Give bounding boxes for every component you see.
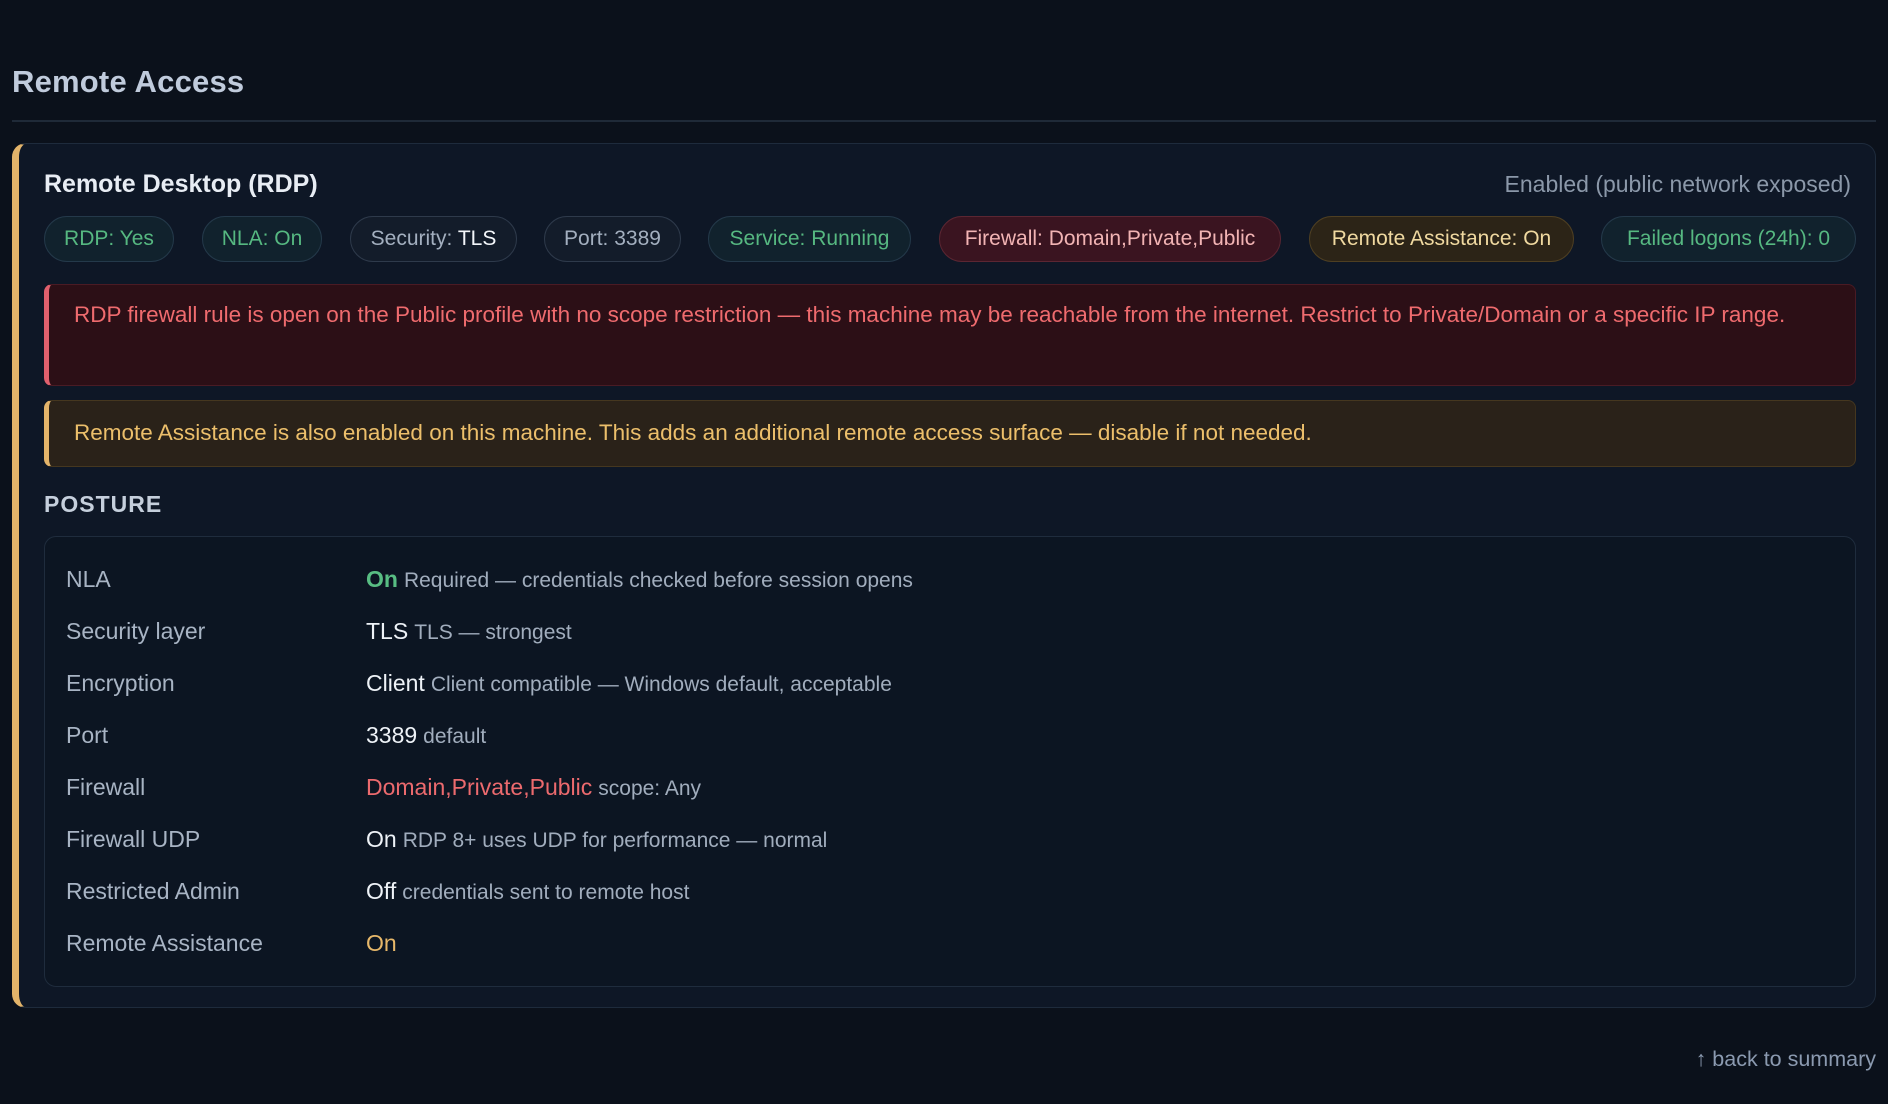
posture-value-main: On (366, 566, 398, 592)
posture-table: NLA On Required — credentials checked bef… (44, 536, 1856, 987)
posture-value-main: On (366, 826, 397, 852)
posture-value-note: Client compatible — Windows default, acc… (430, 673, 892, 696)
posture-label: Restricted Admin (66, 878, 240, 904)
posture-row-firewall: Firewall Domain,Private,Public scope: Any (66, 767, 1826, 807)
chip-nla: NLA: On (202, 216, 322, 262)
status-chips: RDP: Yes NLA: On Security: TLS Port: 338… (44, 216, 1856, 262)
card-title: Remote Desktop (RDP) (44, 170, 318, 198)
posture-value: 3389 default (366, 715, 486, 757)
firewall-danger-alert: RDP firewall rule is open on the Public … (44, 284, 1856, 386)
chip-rdp: RDP: Yes (44, 216, 174, 262)
back-to-summary-link[interactable]: ↑ back to summary (1696, 1047, 1876, 1072)
posture-value-note: credentials sent to remote host (402, 881, 690, 904)
posture-label: Port (66, 722, 109, 748)
posture-value: Domain,Private,Public scope: Any (366, 767, 701, 809)
posture-value: On RDP 8+ uses UDP for performance — norm… (366, 819, 827, 861)
posture-row-restricted-admin: Restricted Admin Off credentials sent to … (66, 871, 1826, 911)
posture-label: NLA (66, 566, 111, 592)
posture-row-firewall-udp: Firewall UDP On RDP 8+ uses UDP for perfo… (66, 819, 1826, 859)
posture-value: TLS TLS — strongest (366, 611, 572, 653)
chip-firewall: Firewall: Domain,Private,Public (939, 216, 1281, 262)
posture-value-main: 3389 (366, 722, 418, 748)
chip-failed-logons: Failed logons (24h): 0 (1601, 216, 1856, 262)
section-title: Remote Access (12, 64, 245, 99)
posture-value: On Required — credentials checked before … (366, 559, 913, 601)
posture-value-note: RDP 8+ uses UDP for performance — normal (402, 829, 828, 852)
posture-label: Firewall (66, 774, 146, 800)
posture-value-main: Client (366, 670, 425, 696)
chip-service: Service: Running (708, 216, 911, 262)
posture-value-note: default (423, 725, 487, 748)
posture-value: On (366, 923, 403, 965)
posture-label: Firewall UDP (66, 826, 201, 852)
chip-security: Security: TLS (350, 216, 517, 262)
posture-heading: POSTURE (44, 491, 163, 517)
posture-row-port: Port 3389 default (66, 715, 1826, 755)
posture-value: Client Client compatible — Windows defaul… (366, 663, 892, 705)
posture-value-note: Required — credentials checked before se… (403, 569, 913, 592)
posture-row-remote-assistance: Remote Assistance On (66, 923, 1826, 963)
posture-label: Remote Assistance (66, 930, 263, 956)
posture-label: Security layer (66, 618, 206, 644)
chip-security-value: TLS (457, 227, 497, 250)
posture-value-main: TLS (366, 618, 409, 644)
chip-remote-assistance: Remote Assistance: On (1309, 216, 1574, 262)
remote-assistance-warning-alert: Remote Assistance is also enabled on thi… (44, 400, 1856, 467)
remote-access-page: Remote Access Remote Desktop (RDP) Enabl… (0, 0, 1888, 1104)
posture-label: Encryption (66, 670, 175, 696)
card-status: Enabled (public network exposed) (1504, 171, 1851, 197)
posture-row-encryption: Encryption Client Client compatible — Win… (66, 663, 1826, 703)
posture-value: Off credentials sent to remote host (366, 871, 689, 913)
section-divider (12, 120, 1876, 122)
chip-port: Port: 3389 (544, 216, 681, 262)
rdp-card: Remote Desktop (RDP) Enabled (public net… (12, 143, 1876, 1008)
posture-value-main: Off (366, 878, 397, 904)
posture-row-nla: NLA On Required — credentials checked bef… (66, 559, 1826, 599)
chip-security-prefix: Security: (370, 227, 458, 250)
posture-value-main: On (366, 930, 397, 956)
posture-value-main: Domain,Private,Public (366, 774, 593, 800)
posture-value-note: scope: Any (598, 777, 701, 800)
posture-row-security-layer: Security layer TLS TLS — strongest (66, 611, 1826, 651)
posture-value-note: TLS — strongest (414, 621, 572, 644)
